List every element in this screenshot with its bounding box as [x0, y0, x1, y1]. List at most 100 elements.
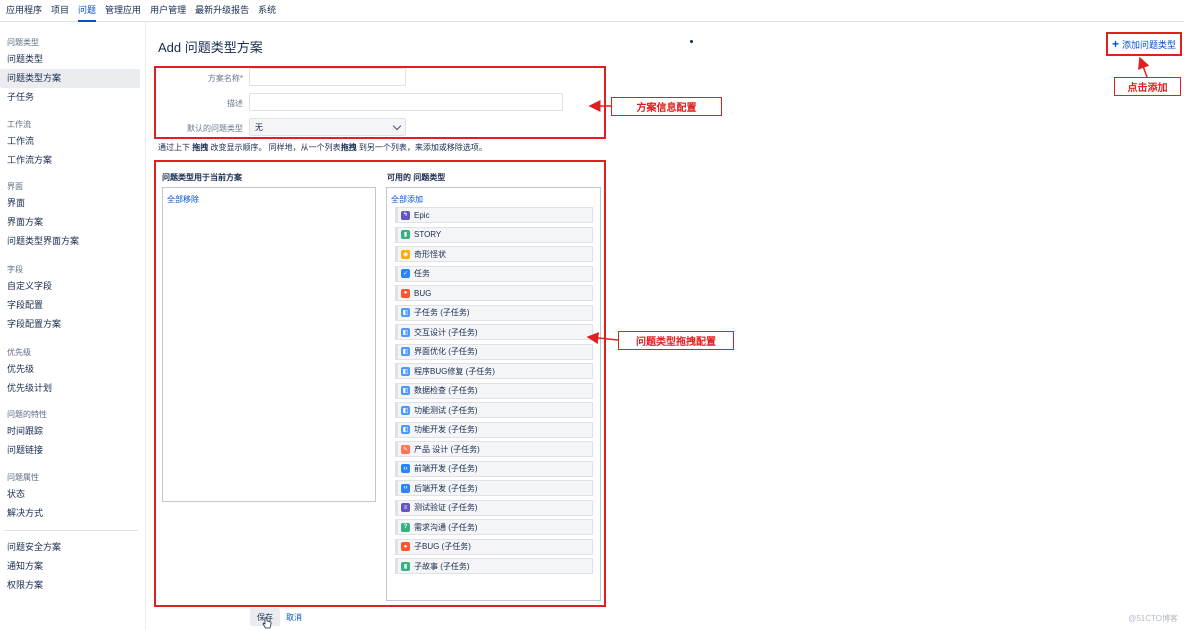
sidebar-item[interactable]: 界面方案: [0, 213, 140, 232]
issue-type-label: 数据检查 (子任务): [414, 386, 478, 395]
callout-drag-config: 问题类型拖拽配置: [618, 331, 734, 350]
question-icon: ?: [401, 522, 410, 532]
issue-type-item[interactable]: ‹› 前端开发 (子任务): [395, 460, 593, 477]
issue-type-item[interactable]: ◧ 界面优化 (子任务): [395, 343, 593, 360]
sidebar: 问题类型 问题类型 问题类型方案 子任务 工作流 工作流 工作流方案 界面 界面 界面方案 问题类型…: [0, 22, 146, 630]
sidebar-item[interactable]: 问题链接: [0, 441, 140, 460]
sidebar-item[interactable]: 字段配置方案: [0, 315, 140, 334]
nav-item[interactable]: 管理应用: [105, 0, 141, 22]
sidebar-group-heading: 界面: [7, 182, 23, 191]
issue-type-item[interactable]: ◧ 交互设计 (子任务): [395, 324, 593, 340]
bookmark-icon: ▮: [401, 230, 410, 239]
remove-all-link[interactable]: 全部移除: [167, 194, 199, 205]
issue-type-label: 子BUG (子任务): [414, 542, 471, 551]
cancel-link[interactable]: 取消: [286, 612, 302, 623]
description-input[interactable]: [249, 93, 563, 111]
sidebar-item[interactable]: 界面: [0, 194, 140, 213]
nav-item[interactable]: 项目: [51, 0, 69, 22]
sidebar-group: 界面 界面 界面方案 问题类型界面方案: [0, 180, 140, 251]
sidebar-item[interactable]: 优先级计划: [0, 379, 140, 398]
sidebar-item[interactable]: 自定义字段: [0, 277, 140, 296]
subtask-icon: ◧: [401, 366, 410, 376]
issue-type-item[interactable]: ◉ 奇形怪状: [395, 246, 593, 262]
issue-type-item[interactable]: ✎ 产品 设计 (子任务): [395, 441, 593, 457]
hint-text-1: 通过上下: [158, 143, 193, 152]
sidebar-item[interactable]: 状态: [0, 485, 140, 504]
nav-item[interactable]: 应用程序: [6, 0, 42, 22]
add-issue-type-label: 添加问题类型: [1122, 39, 1177, 50]
issue-type-item[interactable]: ▮ STORY: [395, 226, 593, 243]
subtask-icon: ◧: [401, 347, 410, 356]
sidebar-item[interactable]: 问题类型界面方案: [0, 232, 140, 251]
watermark: @51CTO博客: [1128, 614, 1178, 623]
hint-text-2: 改变显示顺序。 同样地，从一个列表: [208, 143, 341, 152]
nav-item[interactable]: 最新升级报告: [195, 0, 249, 22]
sidebar-group: 工作流 工作流 工作流方案: [0, 118, 140, 170]
sidebar-item[interactable]: 优先级: [0, 360, 140, 379]
issue-type-item[interactable]: ≡ 测试验证 (子任务): [395, 499, 593, 516]
issue-type-label: BUG: [414, 288, 432, 298]
sidebar-group: 问题的特性 时间跟踪 问题链接: [0, 408, 140, 460]
issue-type-item[interactable]: ● BUG: [395, 285, 593, 301]
hand-cursor-icon: [262, 617, 272, 629]
issue-type-item[interactable]: ● 子BUG (子任务): [395, 538, 593, 555]
issue-type-item[interactable]: ◧ 程序BUG修复 (子任务): [395, 363, 593, 379]
sidebar-group-heading: 工作流: [7, 120, 31, 129]
checkbox-icon: ✓: [401, 269, 410, 278]
document-icon: ≡: [401, 503, 410, 512]
design-icon: ✎: [401, 444, 410, 454]
code-icon: ‹›: [401, 464, 410, 473]
plus-icon: +: [1111, 37, 1119, 51]
nav-item[interactable]: 系统: [258, 0, 276, 22]
default-type-select[interactable]: 无: [249, 118, 406, 136]
issue-type-label: 交互设计 (子任务): [414, 327, 478, 337]
default-type-label: 默认的问题类型: [187, 124, 243, 133]
issue-type-item[interactable]: ◧ 子任务 (子任务): [395, 304, 593, 321]
sidebar-group: 字段 自定义字段 字段配置 字段配置方案: [0, 263, 140, 334]
issue-type-label: 前端开发 (子任务): [414, 464, 478, 473]
sidebar-group: 优先级 优先级 优先级计划: [0, 346, 140, 398]
issue-type-label: STORY: [414, 230, 442, 239]
sidebar-item[interactable]: 时间跟踪: [0, 422, 140, 441]
subtask-icon: ◧: [401, 425, 410, 434]
issue-type-item[interactable]: ◧ 功能测试 (子任务): [395, 402, 593, 418]
subtask-icon: ◧: [401, 386, 410, 395]
nav-item[interactable]: 用户管理: [150, 0, 186, 22]
callout-scheme-info: 方案信息配置: [611, 97, 722, 116]
hint-bold-1: 拖拽: [192, 143, 209, 152]
bookmark-icon: ▮: [401, 561, 410, 571]
add-all-link[interactable]: 全部添加: [391, 194, 423, 205]
issue-type-item[interactable]: ‹› 后端开发 (子任务): [395, 480, 593, 496]
sidebar-group-heading: 问题类型: [7, 38, 39, 47]
add-issue-type-button[interactable]: + 添加问题类型: [1106, 32, 1182, 56]
issue-type-item[interactable]: ϟ Epic: [395, 207, 593, 223]
issue-type-item[interactable]: ✓ 任务: [395, 265, 593, 282]
scheme-name-input[interactable]: [249, 68, 406, 86]
issue-type-item[interactable]: ? 需求沟通 (子任务): [395, 519, 593, 535]
sidebar-divider: [4, 530, 138, 531]
sidebar-item[interactable]: 工作流: [0, 132, 140, 151]
available-list-title: 可用的 问题类型: [387, 173, 446, 182]
nav-item[interactable]: 问题: [78, 0, 97, 22]
sidebar-item[interactable]: 问题类型方案: [0, 69, 140, 88]
sidebar-item[interactable]: 子任务: [0, 88, 140, 107]
current-scheme-list-title: 问题类型用于当前方案: [162, 173, 242, 182]
sidebar-item[interactable]: 字段配置: [0, 296, 140, 315]
issue-type-label: 产品 设计 (子任务): [414, 444, 480, 454]
sidebar-item[interactable]: 通知方案: [0, 557, 140, 576]
sidebar-item[interactable]: 问题安全方案: [0, 538, 140, 557]
current-scheme-list[interactable]: [162, 187, 376, 502]
issue-type-label: 程序BUG修复 (子任务): [414, 366, 495, 376]
issue-type-label: 子故事 (子任务): [414, 561, 470, 571]
issue-type-item[interactable]: ◧ 功能开发 (子任务): [395, 421, 593, 438]
issue-type-label: 任务: [414, 269, 430, 278]
issue-type-label: 子任务 (子任务): [414, 308, 470, 317]
sidebar-item[interactable]: 权限方案: [0, 576, 140, 595]
issue-type-item[interactable]: ▮ 子故事 (子任务): [395, 558, 593, 574]
sidebar-item[interactable]: 问题类型: [0, 50, 140, 69]
drag-hint: 通过上下 拖拽 改变显示顺序。 同样地，从一个列表拖拽 到另一个列表，来添加或移…: [158, 142, 487, 153]
sidebar-item[interactable]: 工作流方案: [0, 151, 140, 170]
subtask-icon: ◧: [401, 327, 410, 337]
issue-type-item[interactable]: ◧ 数据检查 (子任务): [395, 382, 593, 399]
sidebar-item[interactable]: 解决方式: [0, 504, 140, 523]
